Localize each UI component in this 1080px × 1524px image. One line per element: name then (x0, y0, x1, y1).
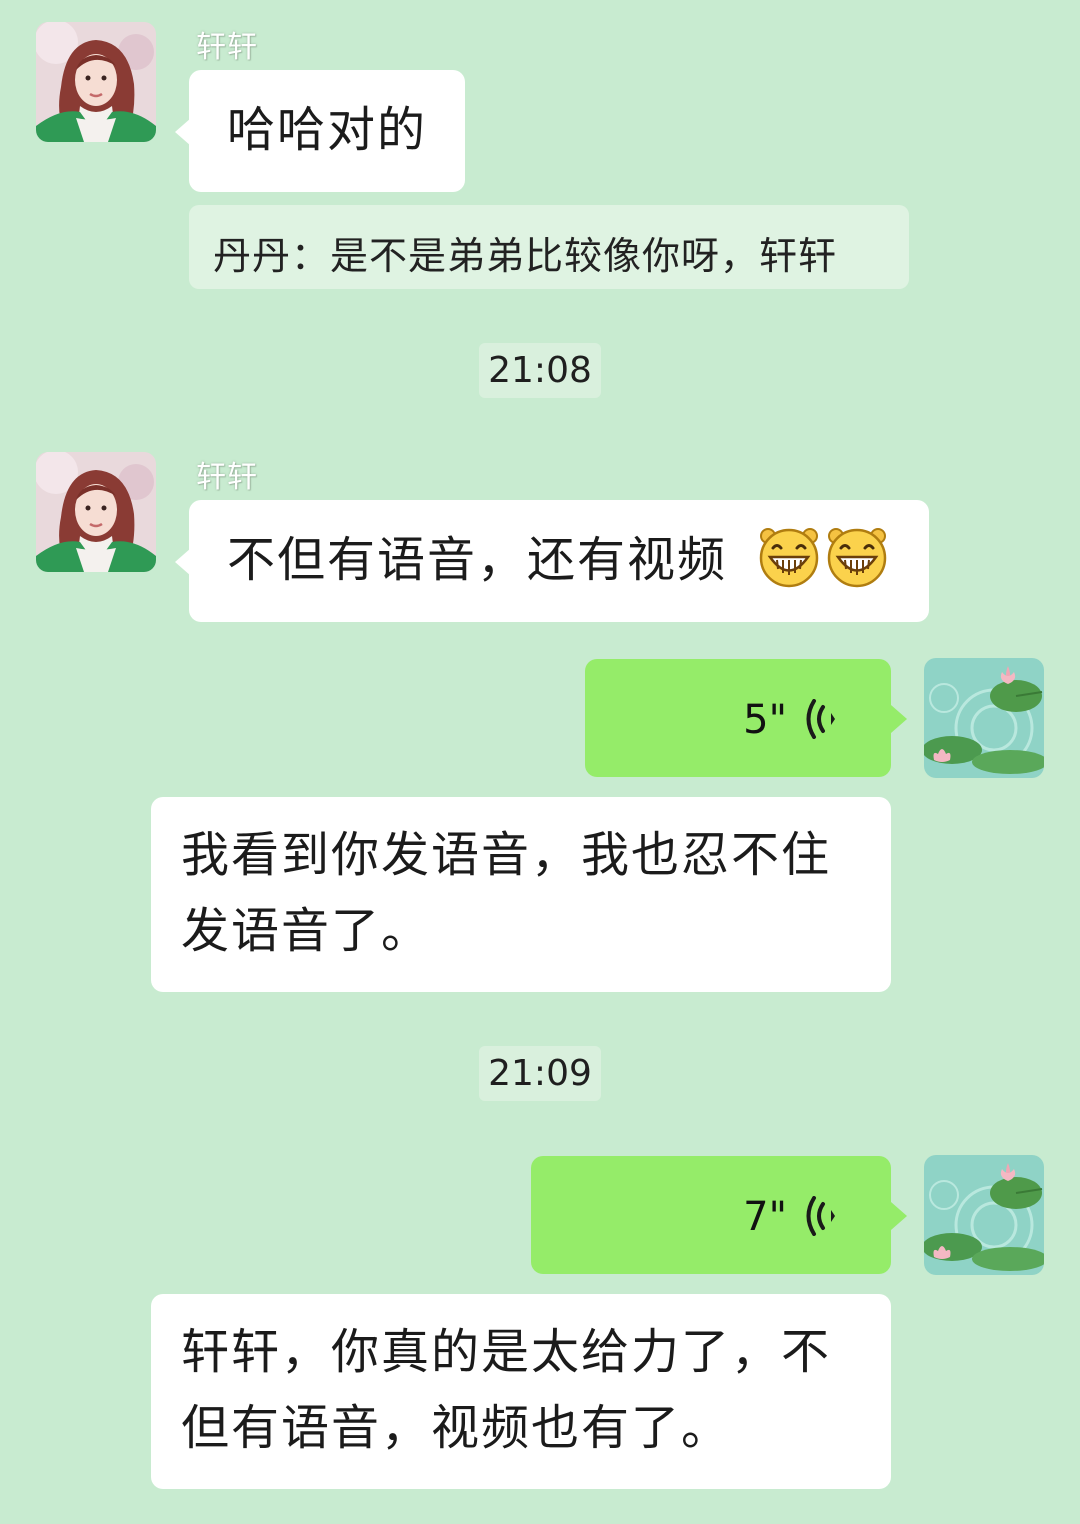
voice-to-text-bubble[interactable]: 我看到你发语音，我也忍不住 发语音了。 (151, 797, 891, 992)
message-text: 不但有语音，还有视频 (227, 532, 728, 588)
self-avatar[interactable] (924, 1155, 1044, 1275)
quoted-text: 丹丹：是不是弟弟比较像你呀，轩轩 (213, 234, 838, 278)
voice-wave-icon (803, 1196, 839, 1236)
voice-message-bubble[interactable]: 7" (531, 1156, 907, 1274)
translation-line-1: 我看到你发语音，我也忍不住 (181, 827, 832, 883)
grinning-face-icon (757, 524, 821, 588)
voice-message-bubble[interactable]: 5" (585, 659, 907, 777)
sender-name: 轩轩 (196, 30, 258, 65)
self-avatar[interactable] (924, 658, 1044, 778)
message-bubble[interactable]: 哈哈对的 (175, 70, 465, 192)
voice-wave-icon (803, 699, 839, 739)
translation-line-1: 轩轩，你真的是太给力了，不 (181, 1324, 832, 1380)
voice-duration: 5" (743, 697, 787, 743)
translation-line-2: 发语音了。 (181, 903, 432, 959)
message-text: 哈哈对的 (227, 102, 428, 158)
grinning-face-icon (825, 524, 889, 588)
timestamp: 21:09 (479, 1046, 601, 1101)
contact-avatar[interactable] (36, 452, 156, 572)
quoted-message[interactable]: 丹丹：是不是弟弟比较像你呀，轩轩 (189, 205, 909, 289)
timestamp: 21:08 (479, 343, 601, 398)
voice-duration: 7" (743, 1194, 787, 1240)
contact-avatar[interactable] (36, 22, 156, 142)
message-bubble[interactable]: 不但有语音，还有视频 (175, 500, 929, 622)
voice-to-text-bubble[interactable]: 轩轩，你真的是太给力了，不 但有语音，视频也有了。 (151, 1294, 891, 1489)
sender-name: 轩轩 (196, 460, 258, 495)
translation-line-2: 但有语音，视频也有了。 (181, 1400, 732, 1456)
